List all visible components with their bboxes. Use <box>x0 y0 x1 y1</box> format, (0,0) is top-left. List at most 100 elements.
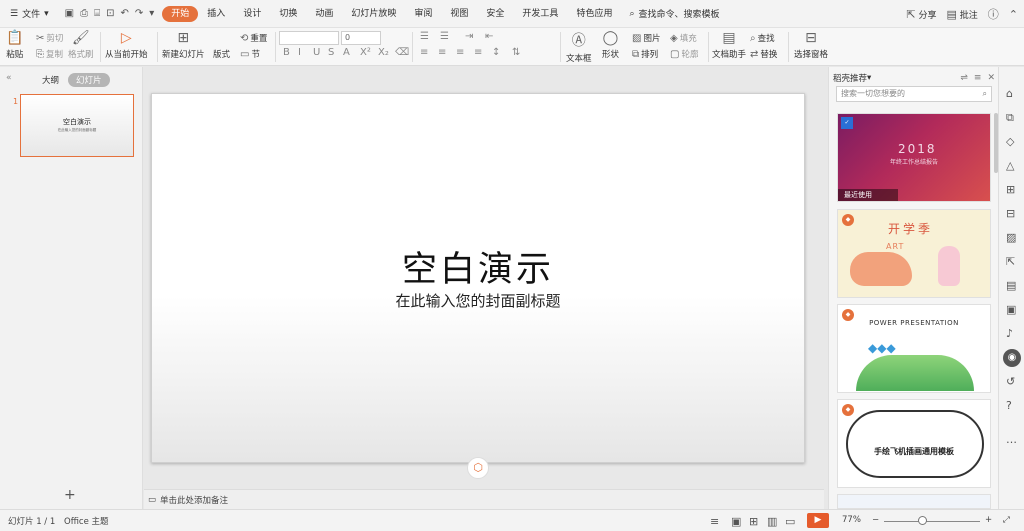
print-preview-icon[interactable]: ⊡ <box>106 8 114 19</box>
tab-developer[interactable]: 开发工具 <box>513 6 567 22</box>
tab-features[interactable]: 特色应用 <box>567 6 621 22</box>
command-search[interactable]: ⌕ 查找命令、搜索模板 <box>629 7 719 21</box>
save-icon[interactable]: ▣ <box>65 8 74 19</box>
grid-icon[interactable]: ⊞ <box>1006 183 1015 196</box>
audio-icon[interactable]: ♪ <box>1006 327 1013 340</box>
theme-name[interactable]: Office 主题 <box>64 515 109 527</box>
text-direction-icon[interactable]: ⇅ <box>512 47 520 58</box>
selection-pane-button[interactable]: ⊟ 选择窗格 <box>794 30 828 60</box>
help-icon[interactable]: ⓘ <box>988 6 999 22</box>
template-card[interactable]: ◆ POWER PRESENTATION ◆◆◆ <box>837 304 991 393</box>
play-from-current-button[interactable]: ▷ 从当前开始 <box>105 30 148 60</box>
fill-button[interactable]: ◈ 填充 <box>670 32 697 45</box>
pin-icon[interactable]: ⇌ <box>960 73 968 83</box>
doc-assistant-button[interactable]: ▤ 文档助手 <box>712 30 746 60</box>
justify-icon[interactable]: ≡ <box>474 47 482 58</box>
superscript-icon[interactable]: X² <box>360 47 371 58</box>
shapes-icon[interactable]: ◇ <box>1006 135 1014 148</box>
tab-slideshow[interactable]: 幻灯片放映 <box>342 6 405 22</box>
play-slideshow-button[interactable]: ▶ <box>807 513 829 528</box>
comment-button[interactable]: ▤ 批注 <box>946 8 977 21</box>
replace-button[interactable]: ⇄ 替换 <box>750 48 777 61</box>
menu-icon[interactable]: ≡ <box>974 73 982 83</box>
copy-button[interactable]: ⎘ 复制 <box>36 48 63 61</box>
reading-view-button[interactable]: ▥ <box>767 515 777 528</box>
layout-button[interactable]: 版式 <box>213 48 230 60</box>
triangle-icon[interactable]: △ <box>1006 159 1014 172</box>
undo-icon[interactable]: ↶ <box>120 8 128 19</box>
tab-animations[interactable]: 动画 <box>306 6 342 22</box>
zoom-out-icon[interactable]: − <box>872 515 879 525</box>
smart-beautify-icon[interactable]: ⬡ <box>467 457 489 479</box>
template-card[interactable]: ◆ 手绘飞机插画通用模板 <box>837 399 991 488</box>
zoom-in-icon[interactable]: + <box>985 515 992 525</box>
shadow-icon[interactable]: A <box>343 47 350 58</box>
format-painter-button[interactable]: 🖌 格式刷 <box>68 30 94 60</box>
zoom-slider-handle[interactable] <box>918 516 927 525</box>
underline-icon[interactable]: U <box>313 47 320 58</box>
tab-home[interactable]: 开始 <box>162 5 199 22</box>
bold-icon[interactable]: B <box>283 47 290 58</box>
sorter-view-button[interactable]: ⊞ <box>749 515 758 528</box>
reset-button[interactable]: ⟲ 重置 <box>240 32 267 45</box>
image-icon[interactable]: ▨ <box>1006 231 1016 244</box>
align-right-icon[interactable]: ≡ <box>456 47 464 58</box>
strikethrough-icon[interactable]: S <box>328 47 334 58</box>
subscript-icon[interactable]: X₂ <box>378 47 389 58</box>
zoom-level[interactable]: 77% <box>842 515 861 525</box>
template-card[interactable]: ◆ 开学季 ART <box>837 209 991 298</box>
slide-subtitle[interactable]: 在此输入您的封面副标题 <box>152 290 804 311</box>
line-spacing-icon[interactable]: ↕ <box>492 47 500 58</box>
export-icon[interactable]: ⇱ <box>1006 255 1015 268</box>
history-icon[interactable]: ↺ <box>1006 375 1015 388</box>
align-center-icon[interactable]: ≡ <box>438 47 446 58</box>
export-pdf-icon[interactable]: ⎙ <box>80 8 88 19</box>
tab-insert[interactable]: 插入 <box>198 6 234 22</box>
presenter-view-button[interactable]: ▭ <box>785 515 795 528</box>
collapse-panel-icon[interactable]: « <box>6 73 12 83</box>
more-icon[interactable]: … <box>1006 433 1017 446</box>
outdent-icon[interactable]: ⇤ <box>485 31 493 42</box>
shape-button[interactable]: ◯ 形状 <box>602 30 619 60</box>
outline-button[interactable]: ▢ 轮廓 <box>670 48 698 61</box>
share-button[interactable]: ⇱ 分享 <box>906 8 936 21</box>
cut-button[interactable]: ✂ 剪切 <box>36 32 63 45</box>
section-button[interactable]: ▭ 节 <box>240 48 260 61</box>
tab-review[interactable]: 审阅 <box>405 6 441 22</box>
slide-thumbnail[interactable]: 空白演示 在此输入您的封面副标题 <box>20 94 134 157</box>
slide[interactable]: 空白演示 在此输入您的封面副标题 <box>151 93 805 463</box>
tab-design[interactable]: 设计 <box>234 6 270 22</box>
tab-outline[interactable]: 大纲 <box>42 74 59 86</box>
layers-icon[interactable]: ⊟ <box>1006 207 1015 220</box>
archive-icon[interactable]: ▤ <box>1006 279 1016 292</box>
collapse-ribbon-icon[interactable]: ⌃ <box>1009 8 1018 21</box>
template-search-input[interactable]: 搜索一切您想要的 ⌕ <box>836 86 992 102</box>
normal-view-button[interactable]: ▣ <box>731 515 741 528</box>
indent-icon[interactable]: ⇥ <box>465 31 473 42</box>
picture-icon[interactable]: ▣ <box>1006 303 1016 316</box>
notes-toggle[interactable]: ≡ <box>710 515 719 528</box>
notes-bar[interactable]: ▭ 单击此处添加备注 <box>144 489 824 509</box>
number-list-icon[interactable]: ☰ <box>440 31 449 42</box>
align-left-icon[interactable]: ≡ <box>420 47 428 58</box>
new-slide-button[interactable]: ⊞ 新建幻灯片 <box>162 30 205 60</box>
picture-button[interactable]: ▨ 图片 <box>632 32 660 45</box>
tab-slides[interactable]: 幻灯片 <box>68 73 110 87</box>
close-icon[interactable]: ✕ <box>987 73 995 83</box>
arrange-button[interactable]: ⧉ 排列 <box>632 48 658 61</box>
tab-transitions[interactable]: 切换 <box>270 6 306 22</box>
clear-format-icon[interactable]: ⌫ <box>395 47 409 58</box>
template-card[interactable] <box>837 494 991 509</box>
template-card[interactable]: ✓ 2018 年终工作总结报告 最近使用 <box>837 113 991 202</box>
zoom-slider[interactable] <box>884 521 980 522</box>
font-size-select[interactable]: 0 <box>341 31 381 45</box>
file-menu[interactable]: ☰ 文件 ▾ <box>0 7 57 21</box>
copy-icon[interactable]: ⧉ <box>1006 111 1014 125</box>
tab-security[interactable]: 安全 <box>477 6 513 22</box>
redo-icon[interactable]: ↷ <box>135 8 143 19</box>
home-icon[interactable]: ⌂ <box>1006 87 1013 100</box>
italic-icon[interactable]: I <box>298 47 301 58</box>
find-button[interactable]: ⌕ 查找 <box>750 32 775 45</box>
tab-view[interactable]: 视图 <box>441 6 477 22</box>
help-icon[interactable]: ? <box>1006 399 1012 412</box>
